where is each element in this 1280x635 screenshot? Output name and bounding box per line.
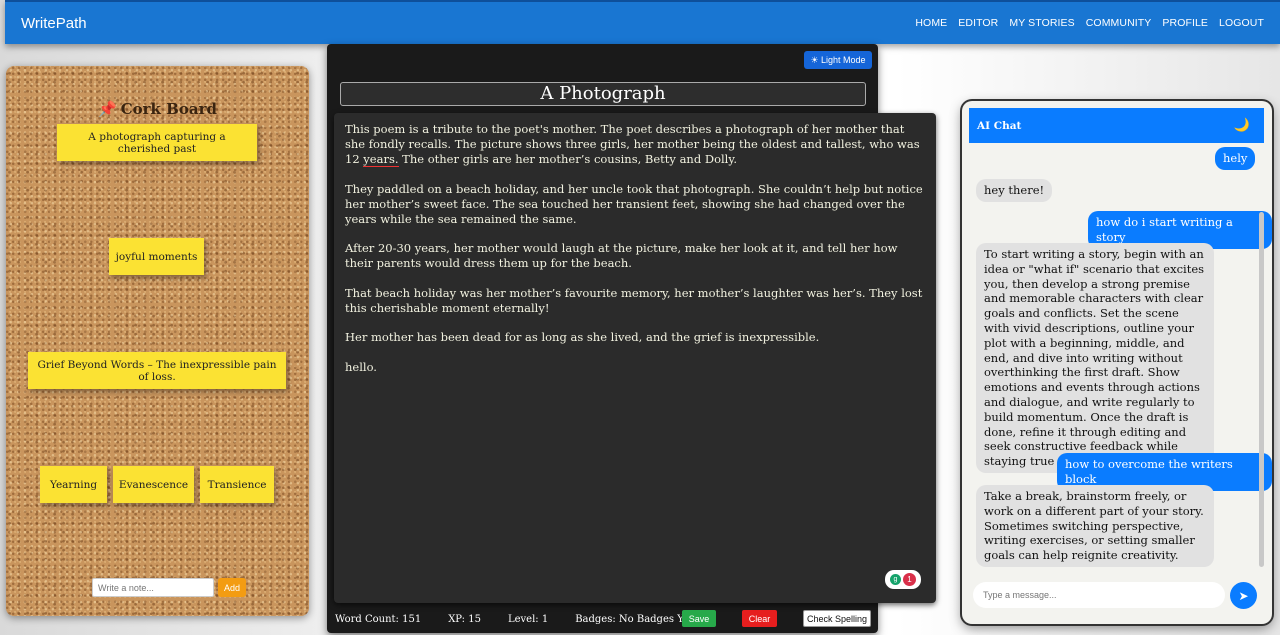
grammar-issue-count: 1 <box>903 573 916 586</box>
story-paragraph: hello. <box>345 359 377 374</box>
story-editor: ☀ Light Mode A Photograph This poem is a… <box>327 44 936 633</box>
nav-logout[interactable]: LOGOUT <box>1219 17 1264 29</box>
story-paragraph: That beach holiday was her mother’s favo… <box>345 285 923 315</box>
nav-profile[interactable]: PROFILE <box>1162 17 1208 29</box>
add-note-button[interactable]: Add <box>218 578 246 597</box>
sticky-note[interactable]: A photograph capturing a cherished past <box>57 124 257 161</box>
grammar-checker-badge[interactable]: g 1 <box>885 570 921 589</box>
grammar-logo-icon: g <box>890 574 901 585</box>
cork-board: 📌 Cork Board A photograph capturing a che… <box>6 66 309 616</box>
sticky-note[interactable]: Transience <box>200 466 274 503</box>
chat-message-input[interactable]: Type a message... <box>973 582 1225 608</box>
level-value: Level: 1 <box>507 613 549 625</box>
brand-logo[interactable]: WritePath <box>21 15 87 32</box>
xp-value: XP: 15 <box>448 613 481 625</box>
story-paragraph: After 20-30 years, her mother would laug… <box>345 241 898 270</box>
nav-my-stories[interactable]: MY STORIES <box>1009 17 1074 29</box>
light-mode-button[interactable]: ☀ Light Mode <box>804 51 872 69</box>
story-paragraph: They paddled on a beach holiday, and her… <box>345 181 923 226</box>
save-button[interactable]: Save <box>682 610 716 627</box>
check-spelling-button[interactable]: Check Spelling <box>803 610 871 627</box>
chat-scrollbar[interactable] <box>1259 212 1264 567</box>
clear-button[interactable]: Clear <box>742 610 777 627</box>
moon-icon[interactable]: 🌙 <box>1234 118 1250 133</box>
word-count: Word Count: 151 <box>335 613 422 625</box>
story-paragraph: Her mother has been dead for as long as … <box>345 330 820 344</box>
spelling-flag[interactable]: years. <box>363 152 399 167</box>
sticky-note[interactable]: Evanescence <box>113 466 194 503</box>
ai-chat-panel: AI Chat 🌙 hely hey there! how do i start… <box>962 101 1272 624</box>
story-text-area[interactable]: This poem is a tribute to the poet's mot… <box>334 113 936 603</box>
chat-title: AI Chat <box>977 119 1022 132</box>
sticky-note[interactable]: Yearning <box>40 466 107 503</box>
user-message: hely <box>1215 147 1256 170</box>
bot-message: Take a break, brainstorm freely, or work… <box>976 485 1214 567</box>
nav-community[interactable]: COMMUNITY <box>1086 17 1152 29</box>
cork-board-title: 📌 Cork Board <box>98 100 217 118</box>
nav-links: HOME EDITOR MY STORIES COMMUNITY PROFILE… <box>904 17 1264 29</box>
bot-message: To start writing a story, begin with an … <box>976 243 1214 473</box>
editor-stats-bar: Word Count: 151 XP: 15 Level: 1 Badges: … <box>335 609 875 629</box>
top-navbar: WritePath HOME EDITOR MY STORIES COMMUNI… <box>5 0 1280 44</box>
nav-home[interactable]: HOME <box>915 17 947 29</box>
nav-editor[interactable]: EDITOR <box>958 17 998 29</box>
chat-header: AI Chat 🌙 <box>969 108 1264 143</box>
story-paragraph: This poem is a tribute to the poet's mot… <box>345 122 920 167</box>
pushpin-icon: 📌 <box>98 100 117 118</box>
badges-value: Badges: No Badges Yet <box>575 613 693 625</box>
sticky-note[interactable]: Grief Beyond Words – The inexpressible p… <box>28 352 286 389</box>
send-icon[interactable]: ➤ <box>1230 582 1257 609</box>
sticky-note[interactable]: joyful moments <box>109 238 204 275</box>
note-input[interactable]: Write a note... <box>92 578 214 597</box>
story-title-input[interactable]: A Photograph <box>340 82 866 106</box>
bot-message: hey there! <box>976 179 1053 202</box>
